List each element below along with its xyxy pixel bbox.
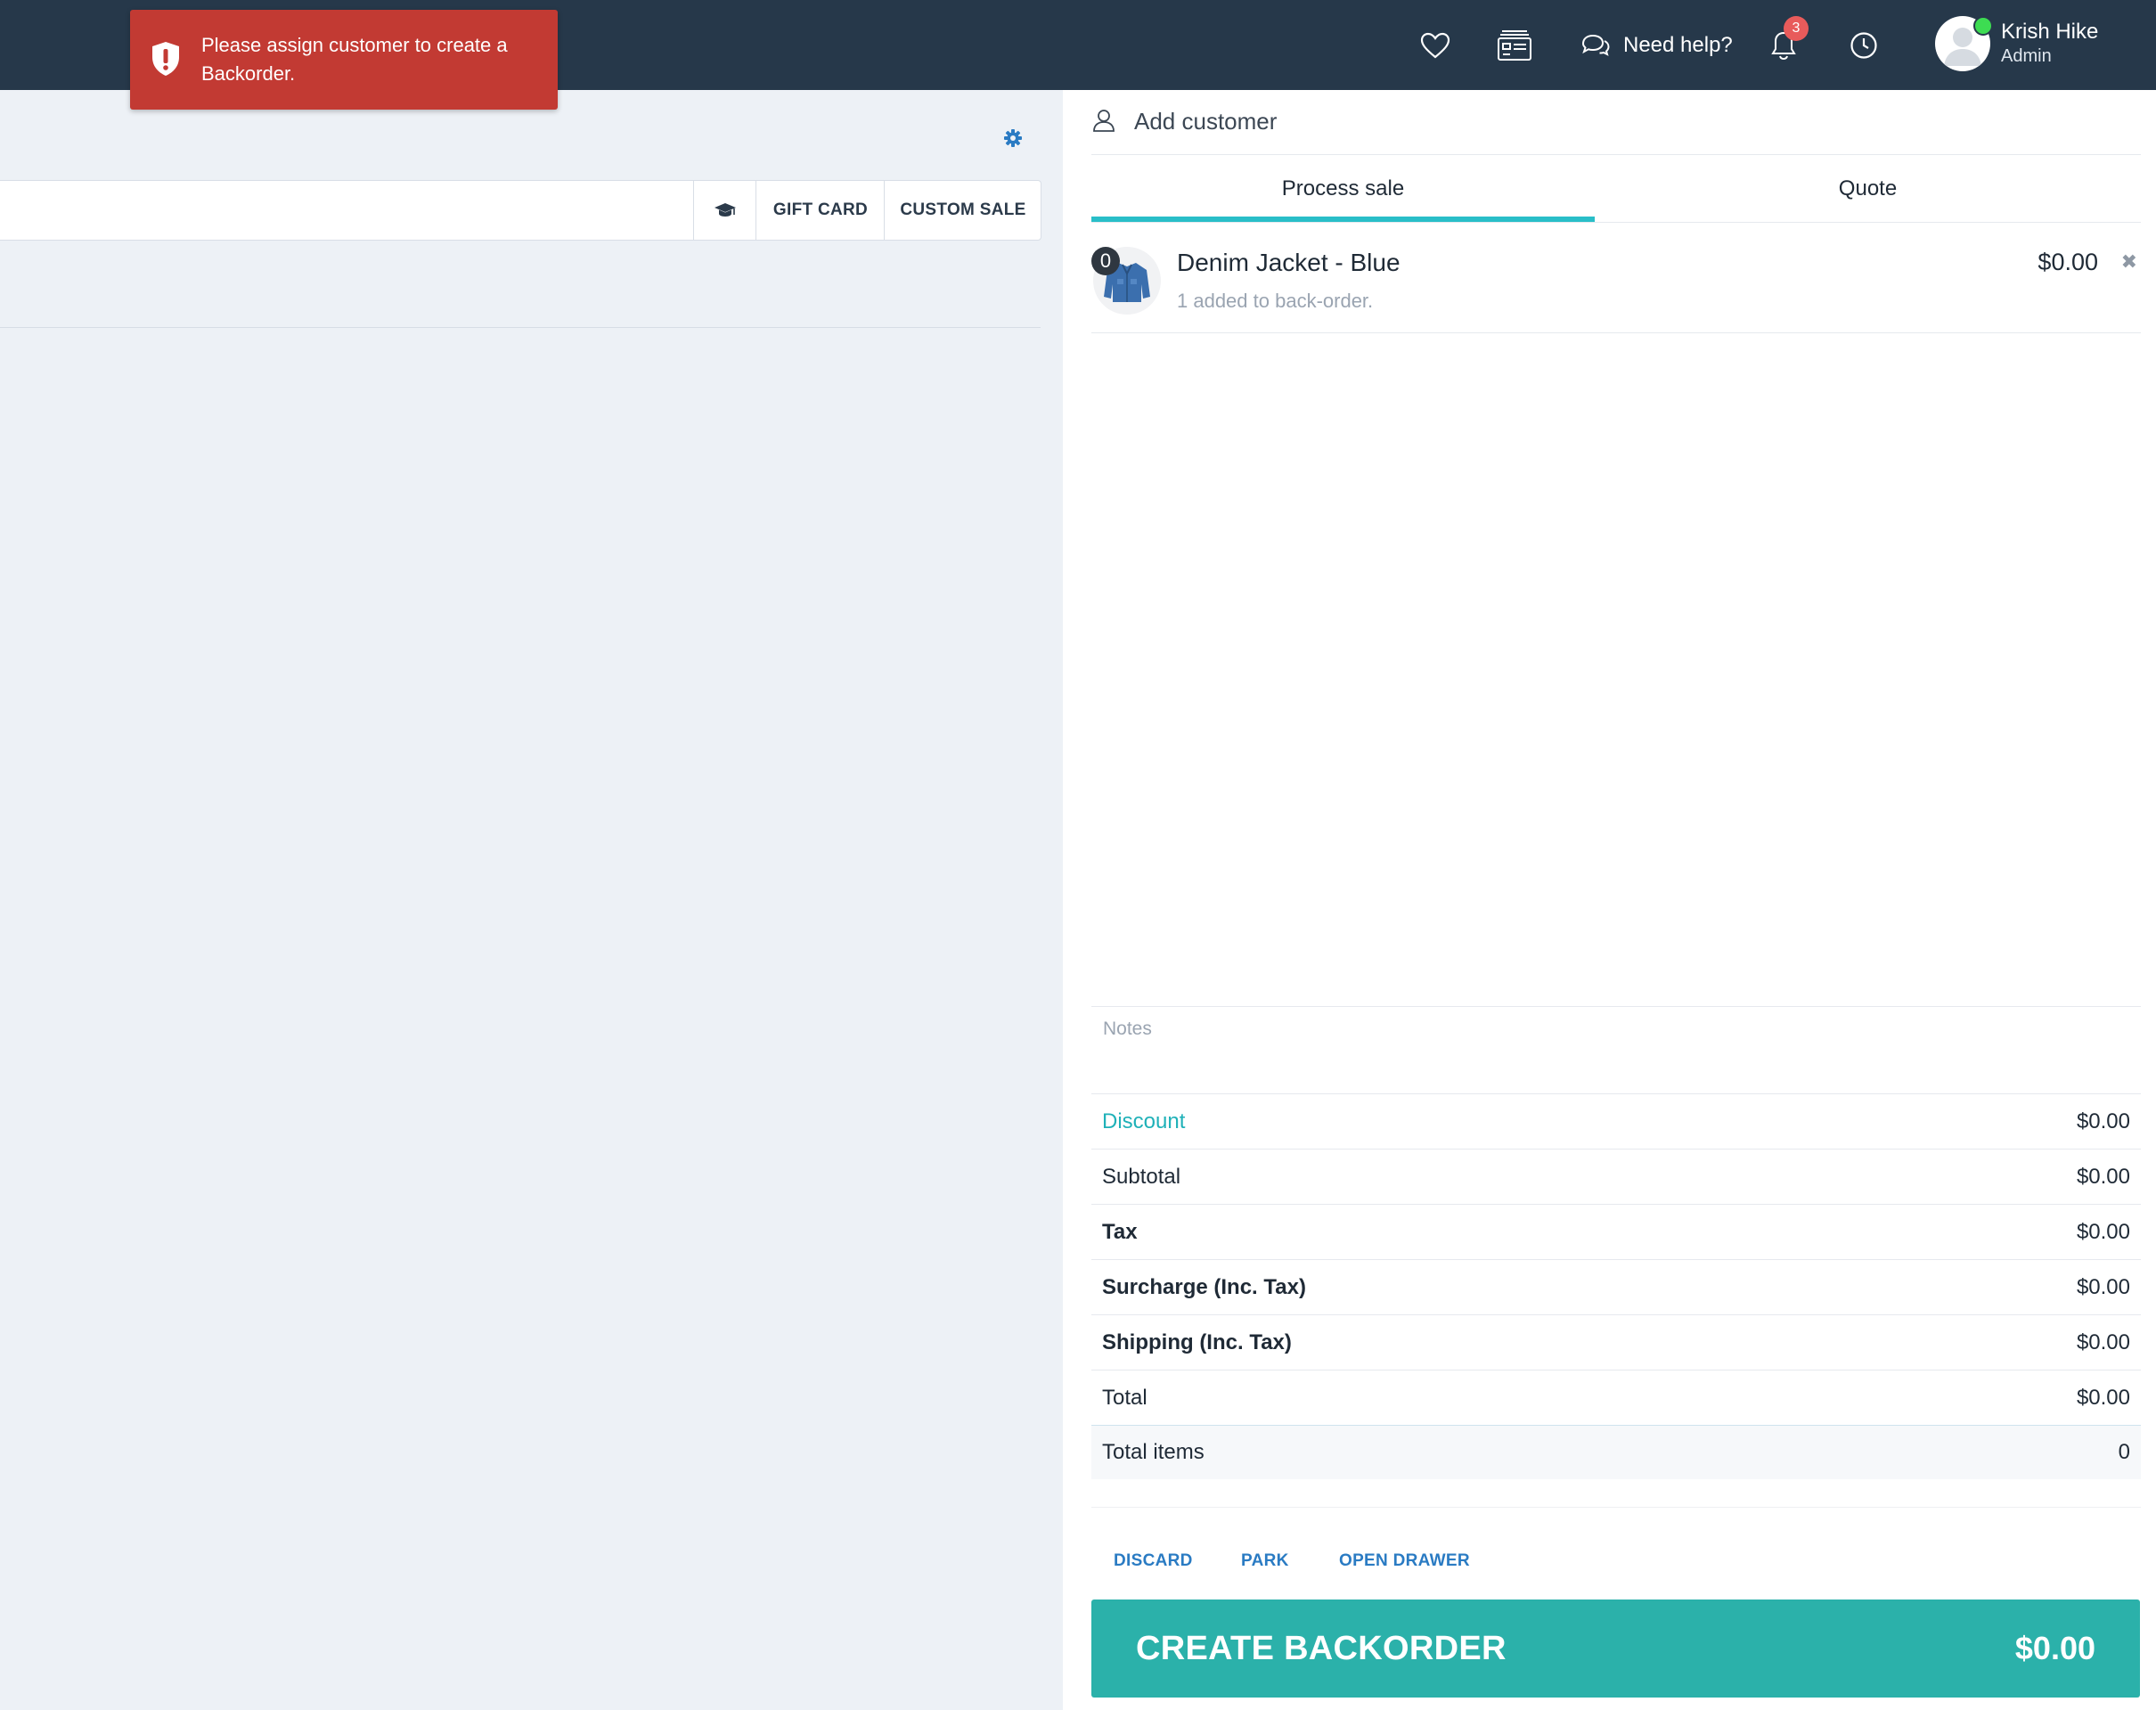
quantity-badge: 0: [1091, 247, 1120, 275]
notes-divider: [1091, 1006, 2141, 1007]
item-price: $0.00: [2038, 249, 2098, 275]
total-items-label: Total items: [1102, 1440, 1205, 1464]
graduation-cap-icon: [715, 203, 736, 217]
custom-sale-button[interactable]: CUSTOM SALE: [884, 181, 1041, 240]
active-tab-indicator: [1091, 217, 1595, 222]
create-backorder-label: CREATE BACKORDER: [1136, 1629, 1507, 1667]
surcharge-value: $0.00: [2076, 1274, 2130, 1299]
tab-quote[interactable]: Quote: [1595, 154, 2141, 224]
help-label: Need help?: [1623, 32, 1733, 57]
graduation-cap-button[interactable]: [693, 181, 756, 240]
chat-bubbles-icon: [1581, 34, 1610, 56]
shipping-value: $0.00: [2076, 1330, 2130, 1354]
user-name[interactable]: Krish Hike: [2001, 20, 2098, 45]
total-row: Total $0.00: [1091, 1370, 2141, 1426]
sale-panel: Add customer Process sale Quote 0 Denim …: [1063, 90, 2156, 1710]
online-status-dot: [1973, 16, 1993, 36]
heart-icon: [1420, 32, 1450, 58]
total-label: Total: [1102, 1385, 1147, 1410]
shipping-row[interactable]: Shipping (Inc. Tax) $0.00: [1091, 1314, 2141, 1370]
create-backorder-amount: $0.00: [2014, 1630, 2095, 1666]
notes-field[interactable]: Notes: [1103, 1019, 1152, 1040]
discount-label[interactable]: Discount: [1102, 1109, 1185, 1134]
discount-value: $0.00: [2076, 1109, 2130, 1133]
total-items-row: Total items 0: [1091, 1426, 2141, 1479]
tabs-divider: [1091, 222, 2141, 223]
create-backorder-button[interactable]: CREATE BACKORDER $0.00: [1091, 1600, 2140, 1698]
help-button[interactable]: Need help?: [1580, 0, 1733, 90]
subtotal-label: Subtotal: [1102, 1164, 1181, 1189]
tax-value: $0.00: [2076, 1219, 2130, 1244]
totals-table: Discount $0.00 Subtotal $0.00 Tax $0.00 …: [1091, 1093, 2141, 1479]
discard-button[interactable]: DISCARD: [1114, 1551, 1193, 1571]
subtotal-row: Subtotal $0.00: [1091, 1149, 2141, 1204]
tax-label: Tax: [1102, 1219, 1138, 1244]
gear-icon[interactable]: [1003, 128, 1023, 148]
product-search-bar[interactable]: GIFT CARD CUSTOM SALE: [0, 180, 1041, 241]
user-role: Admin: [2001, 46, 2052, 66]
open-drawer-button[interactable]: OPEN DRAWER: [1339, 1551, 1470, 1571]
surcharge-label: Surcharge (Inc. Tax): [1102, 1274, 1306, 1299]
add-customer-label: Add customer: [1134, 108, 1278, 135]
subtotal-value: $0.00: [2076, 1164, 2130, 1189]
history-button[interactable]: [1850, 0, 1878, 90]
register-icon: [1498, 29, 1531, 61]
item-name[interactable]: Denim Jacket - Blue: [1177, 249, 1401, 277]
total-value: $0.00: [2076, 1385, 2130, 1410]
tax-row[interactable]: Tax $0.00: [1091, 1204, 2141, 1259]
tab-process-sale[interactable]: Process sale: [1091, 154, 1595, 224]
add-customer-row[interactable]: Add customer: [1091, 90, 2141, 155]
notification-count-badge: 3: [1784, 16, 1809, 41]
discount-row[interactable]: Discount $0.00: [1091, 1093, 2141, 1149]
shield-alert-icon: [152, 42, 179, 76]
register-button[interactable]: [1497, 0, 1532, 90]
shipping-label: Shipping (Inc. Tax): [1102, 1330, 1292, 1354]
remove-item-icon[interactable]: ✖: [2121, 250, 2137, 274]
surcharge-row[interactable]: Surcharge (Inc. Tax) $0.00: [1091, 1259, 2141, 1314]
divider: [0, 327, 1041, 328]
error-toast[interactable]: Please assign customer to create a Backo…: [130, 10, 558, 110]
park-button[interactable]: PARK: [1241, 1551, 1289, 1571]
total-items-value: 0: [2118, 1440, 2130, 1464]
clock-icon: [1850, 31, 1877, 59]
gift-card-button[interactable]: GIFT CARD: [755, 181, 885, 240]
cart-line-item[interactable]: 0 Denim Jacket - Blue 1 added to back-or…: [1091, 224, 2141, 333]
notifications-button[interactable]: [1770, 0, 1797, 90]
item-backorder-note: 1 added to back-order.: [1177, 290, 1374, 312]
favorites-button[interactable]: [1420, 0, 1450, 90]
actions-divider: [1091, 1507, 2141, 1508]
toast-message: Please assign customer to create a Backo…: [201, 34, 508, 85]
user-icon: [1093, 110, 1115, 132]
